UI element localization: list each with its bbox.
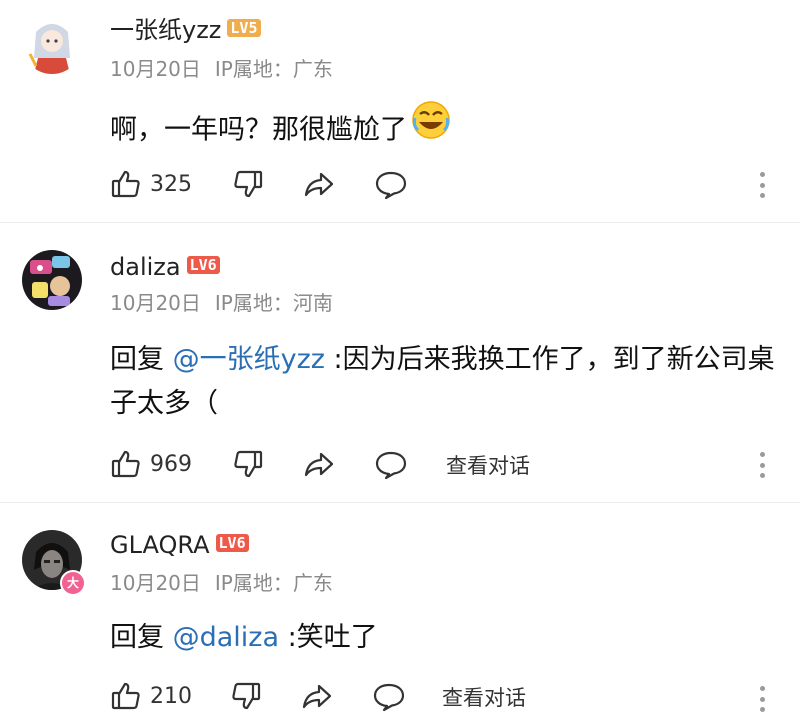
comment-button[interactable] (374, 168, 408, 200)
avatar[interactable] (22, 250, 82, 310)
level-badge: LV6 (215, 534, 249, 552)
comment-body: :笑吐了 (279, 622, 378, 653)
action-bar: 210 查看对话 (110, 680, 800, 714)
like-button[interactable]: 969 (110, 448, 192, 480)
thumb-down-icon (230, 680, 262, 712)
view-conversation-label[interactable]: 查看对话 (446, 450, 530, 480)
share-button[interactable] (302, 448, 336, 480)
like-button[interactable]: 210 (110, 680, 192, 712)
comment-text: 回复 @一张纸yzz :因为后来我换工作了，到了新公司桌子太多（ (110, 338, 785, 426)
view-conversation-label[interactable]: 查看对话 (442, 682, 526, 712)
comment-icon (372, 680, 406, 712)
comment-meta: 10月20日 IP属地：河南 (110, 290, 347, 316)
comment-meta: 10月20日 IP属地：广东 (110, 56, 347, 82)
username[interactable]: GLAQRA LV6 (110, 530, 249, 560)
share-icon (302, 168, 336, 200)
level-badge: LV6 (186, 256, 220, 274)
comment-item: 大 GLAQRA LV6 10月20日 IP属地：广东 回复 @daliza :笑吐… (0, 502, 800, 728)
ip-location: IP属地：广东 (214, 57, 333, 81)
view-conversation-link[interactable]: 查看对话 (446, 450, 530, 480)
username-text[interactable]: 一张纸yzz (110, 16, 221, 44)
reply-prefix: 回复 (110, 344, 173, 375)
username-text[interactable]: GLAQRA (110, 531, 210, 559)
comment-date: 10月20日 (110, 291, 201, 315)
comment-button[interactable] (372, 680, 406, 712)
reply-prefix: 回复 (110, 622, 173, 653)
share-button[interactable] (302, 168, 336, 200)
thumb-up-icon (110, 168, 142, 200)
action-bar: 969 查看对话 (110, 448, 800, 482)
avatar[interactable]: 大 (22, 530, 86, 596)
more-icon[interactable] (760, 452, 766, 478)
dislike-button[interactable] (230, 680, 262, 712)
comment-icon (374, 448, 408, 480)
laughing-crying-emoji-icon (411, 100, 451, 154)
like-count: 969 (150, 451, 192, 477)
share-button[interactable] (300, 680, 334, 712)
avatar-badge: 大 (60, 570, 86, 596)
like-count: 210 (150, 683, 192, 709)
comment-meta: 10月20日 IP属地：广东 (110, 570, 347, 596)
like-count: 325 (150, 171, 192, 197)
comment-icon (374, 168, 408, 200)
more-icon[interactable] (760, 686, 766, 712)
comment-date: 10月20日 (110, 571, 201, 595)
username[interactable]: daliza LV6 (110, 252, 220, 282)
comment-body: 啊，一年吗？那很尴尬了 (110, 114, 407, 146)
view-conversation-link[interactable]: 查看对话 (442, 682, 526, 712)
comment-item: 一张纸yzz LV5 10月20日 IP属地：广东 啊，一年吗？那很尴尬了 32… (0, 0, 800, 222)
dislike-button[interactable] (232, 448, 264, 480)
mention-link[interactable]: @daliza (173, 622, 279, 653)
ip-location: IP属地：广东 (214, 571, 333, 595)
action-bar: 325 (110, 168, 800, 202)
ip-location: IP属地：河南 (214, 291, 333, 315)
like-button[interactable]: 325 (110, 168, 192, 200)
dislike-button[interactable] (232, 168, 264, 200)
mention-link[interactable]: @一张纸yzz (173, 344, 325, 375)
thumb-up-icon (110, 680, 142, 712)
comment-text: 啊，一年吗？那很尴尬了 (110, 101, 785, 158)
username[interactable]: 一张纸yzz LV5 (110, 15, 261, 45)
comment-date: 10月20日 (110, 57, 201, 81)
thumb-down-icon (232, 448, 264, 480)
level-badge: LV5 (227, 19, 261, 37)
thumb-up-icon (110, 448, 142, 480)
comment-item: daliza LV6 10月20日 IP属地：河南 回复 @一张纸yzz :因为后来… (0, 222, 800, 502)
avatar[interactable] (22, 14, 82, 74)
username-text[interactable]: daliza (110, 253, 181, 281)
comment-text: 回复 @daliza :笑吐了 (110, 616, 785, 660)
comment-button[interactable] (374, 448, 408, 480)
more-icon[interactable] (760, 172, 766, 198)
thumb-down-icon (232, 168, 264, 200)
share-icon (300, 680, 334, 712)
share-icon (302, 448, 336, 480)
